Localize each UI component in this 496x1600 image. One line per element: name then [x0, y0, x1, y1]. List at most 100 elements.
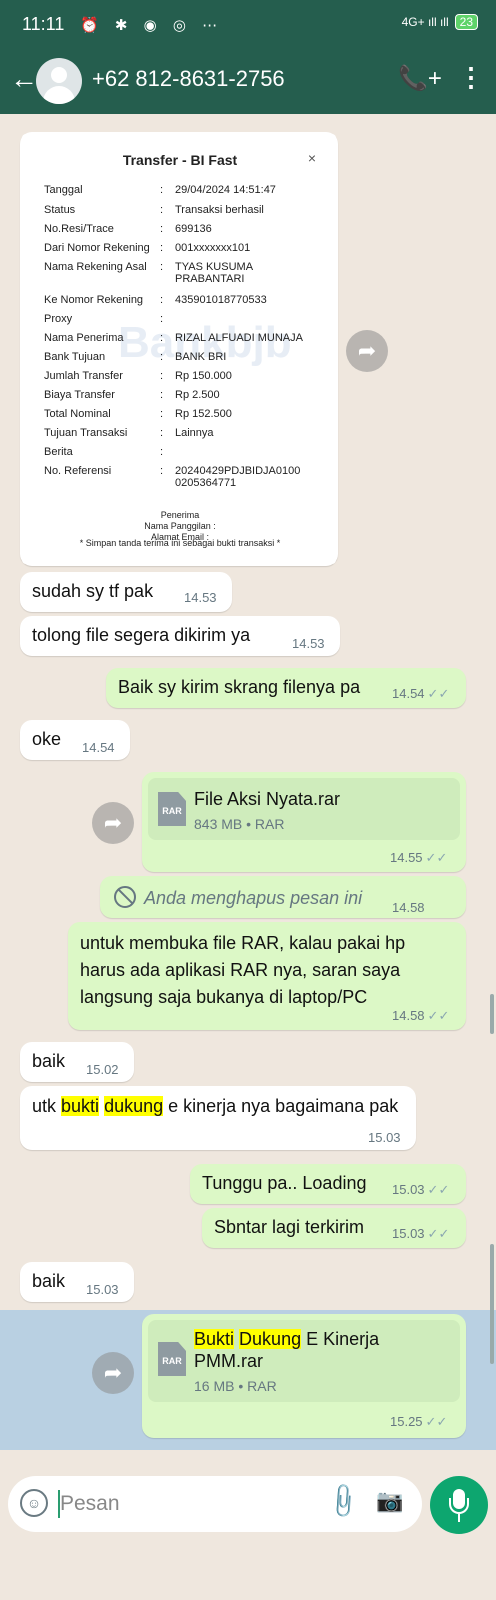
scrollbar-thumb[interactable]	[490, 994, 494, 1034]
message-meta: 14.58 ✓✓	[392, 1008, 450, 1023]
receipt-colon: :	[160, 446, 164, 458]
message-text: Tunggu pa.. Loading	[202, 1173, 367, 1193]
message-meta: 15.25 ✓✓	[390, 1414, 448, 1429]
outgoing-message[interactable]: Baik sy kirim skrang filenya pa 14.54 ✓✓	[106, 668, 466, 708]
forward-icon[interactable]: ➦	[346, 330, 388, 372]
receipt-colon: :	[160, 184, 164, 196]
notification-icons: ⏰ ✱ ◉ ◎ ⋯	[80, 17, 224, 34]
outgoing-message[interactable]: untuk membuka file RAR, kalau pakai hp h…	[68, 922, 466, 1030]
message-time: 15.02	[86, 1062, 119, 1077]
receipt-label: Biaya Transfer	[44, 389, 115, 401]
receipt-value: 699136	[175, 223, 212, 235]
message-text: Anda menghapus pesan ini	[144, 888, 363, 908]
contact-name[interactable]: +62 812-8631-2756	[92, 66, 285, 92]
receipt-label: Ke Nomor Rekening	[44, 294, 144, 306]
receipt-image: Transfer - BI Fast × Bankbjb Tanggal:29/…	[22, 134, 336, 564]
read-ticks-icon: ✓✓	[427, 686, 450, 701]
read-ticks-icon: ✓✓	[425, 1414, 448, 1429]
file-name: Bukti Dukung E Kinerja PMM.rar	[194, 1329, 380, 1371]
receipt-value: Rp 2.500	[175, 389, 220, 401]
attach-icon[interactable]: 📎	[322, 1481, 364, 1523]
receipt-label: Berita	[44, 446, 73, 458]
file-message[interactable]: RAR Bukti Dukung E Kinerja PMM.rar 16 MB…	[142, 1314, 466, 1438]
message-time: 14.58	[392, 900, 425, 915]
message-text: sudah sy tf pak	[32, 581, 154, 601]
file-message[interactable]: RAR File Aksi Nyata.rar 843 MB • RAR 14.…	[142, 772, 466, 872]
message-text: Baik sy kirim skrang filenya pa	[118, 677, 361, 697]
signal-icon: 4G+ ıll ıll	[401, 15, 449, 29]
incoming-message[interactable]: baik 15.02	[20, 1042, 134, 1082]
file-attachment[interactable]: RAR Bukti Dukung E Kinerja PMM.rar 16 MB…	[148, 1320, 460, 1402]
receipt-value: Rp 150.000	[175, 370, 232, 382]
receipt-label: Tanggal	[44, 184, 83, 196]
receipt-colon: :	[160, 261, 164, 273]
receipt-value: 435901018770533	[175, 294, 267, 306]
receipt-label: Status	[44, 204, 76, 216]
incoming-message[interactable]: tolong file segera dikirim ya 14.53	[20, 616, 340, 656]
message-time: 15.03	[368, 1130, 401, 1145]
forward-icon[interactable]: ➦	[92, 1352, 134, 1394]
back-arrow-icon[interactable]: ←	[10, 64, 38, 94]
message-text: Sbntar lagi terkirim	[214, 1217, 365, 1237]
receipt-note: * Simpan tanda terima ini sebagai bukti …	[79, 538, 281, 548]
compose-bar: ☺ Pesan 📎 📷	[0, 1468, 496, 1600]
receipt-title: Transfer - BI Fast	[122, 152, 238, 168]
receipt-colon: :	[160, 465, 164, 477]
clock: 11:11	[22, 14, 65, 34]
camera-icon[interactable]: 📷	[376, 1488, 403, 1514]
read-ticks-icon: ✓✓	[425, 850, 448, 865]
message-time: 14.53	[184, 590, 217, 605]
read-ticks-icon: ✓✓	[427, 1226, 450, 1241]
scrollbar-track[interactable]	[490, 1244, 494, 1364]
incoming-message[interactable]: oke 14.54	[20, 720, 130, 760]
receipt-value: TYAS KUSUMA PRABANTARI	[175, 261, 253, 285]
message-meta: 15.03 ✓✓	[392, 1182, 450, 1197]
add-call-icon[interactable]: 📞+	[398, 64, 442, 93]
receipt-label: No. Referensi	[44, 465, 112, 477]
system-indicators: 4G+ ıll ıll 23	[402, 14, 478, 30]
outgoing-message[interactable]: Tunggu pa.. Loading 15.03 ✓✓	[190, 1164, 466, 1204]
message-input[interactable]: Pesan	[60, 1492, 120, 1516]
mic-button[interactable]	[430, 1476, 488, 1534]
receipt-label: Dari Nomor Rekening	[44, 242, 150, 254]
incoming-message[interactable]: baik 15.03	[20, 1262, 134, 1302]
receipt-value: Lainnya	[175, 427, 214, 439]
outgoing-message[interactable]: Sbntar lagi terkirim 15.03 ✓✓	[202, 1208, 466, 1248]
message-meta: 14.55 ✓✓	[390, 850, 448, 865]
incoming-message[interactable]: utk bukti dukung e kinerja nya bagaimana…	[20, 1086, 416, 1150]
battery-icon: 23	[454, 14, 478, 30]
rar-file-icon: RAR	[158, 792, 186, 826]
read-ticks-icon: ✓✓	[427, 1182, 450, 1197]
message-time: 14.53	[291, 541, 324, 556]
message-text: baik	[32, 1051, 66, 1071]
receipt-colon: :	[160, 242, 164, 254]
image-message[interactable]: Transfer - BI Fast × Bankbjb Tanggal:29/…	[20, 132, 338, 566]
receipt-label: Nama Rekening Asal	[44, 261, 147, 273]
message-text: utk bukti dukung e kinerja nya bagaimana…	[32, 1096, 399, 1116]
receipt-value: 20240429PDJBIDJA0100 0205364771	[175, 465, 301, 489]
file-meta: 843 MB • RAR	[194, 816, 285, 832]
read-ticks-icon: ✓✓	[427, 1008, 450, 1023]
receipt-label: Proxy	[44, 313, 73, 325]
message-input-box[interactable]: ☺ Pesan 📎 📷	[8, 1476, 422, 1532]
chat-area[interactable]: Transfer - BI Fast × Bankbjb Tanggal:29/…	[0, 114, 496, 1468]
deleted-icon	[114, 886, 136, 908]
receipt-value: 001xxxxxxx101	[175, 242, 251, 254]
receipt-colon: :	[160, 332, 164, 344]
message-time: 15.03	[86, 1282, 119, 1297]
deleted-message[interactable]: Anda menghapus pesan ini 14.58	[100, 876, 466, 918]
receipt-colon: :	[160, 389, 164, 401]
file-attachment[interactable]: RAR File Aksi Nyata.rar 843 MB • RAR	[148, 778, 460, 840]
rar-file-icon: RAR	[158, 1342, 186, 1376]
forward-icon[interactable]: ➦	[92, 802, 134, 844]
message-time: 14.54	[82, 740, 115, 755]
close-icon: ×	[307, 150, 316, 166]
more-options-icon[interactable]: ⋮	[458, 62, 484, 93]
message-text: baik	[32, 1271, 66, 1291]
contact-avatar[interactable]	[36, 58, 82, 104]
file-name: File Aksi Nyata.rar	[194, 789, 341, 809]
emoji-icon[interactable]: ☺	[20, 1489, 48, 1517]
receipt-colon: :	[160, 427, 164, 439]
message-time: 14.53	[292, 636, 325, 651]
incoming-message[interactable]: sudah sy tf pak 14.53	[20, 572, 232, 612]
